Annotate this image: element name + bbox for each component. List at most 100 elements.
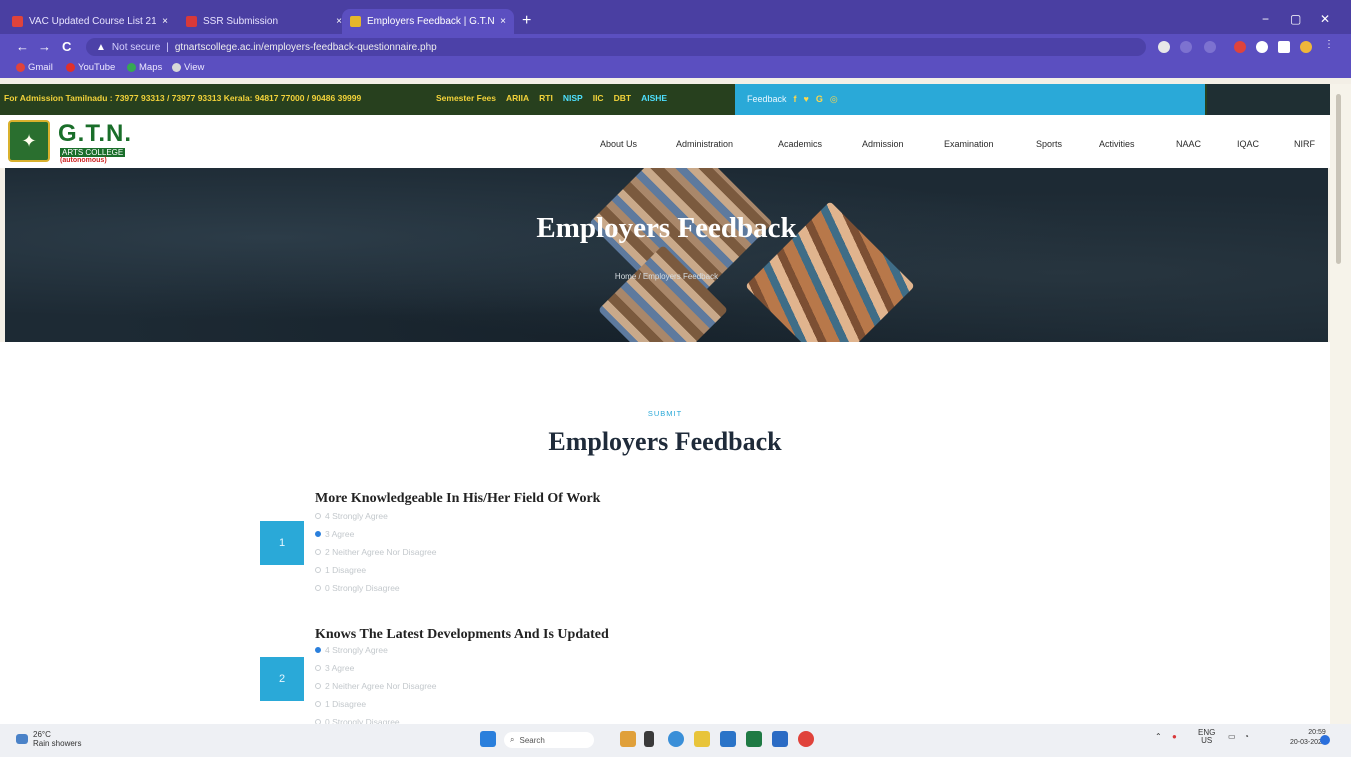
network-icon[interactable]: ▭ bbox=[1228, 732, 1236, 741]
bookmark-view[interactable]: View bbox=[172, 62, 204, 73]
excel-icon[interactable] bbox=[746, 731, 762, 747]
nav-academics[interactable]: Academics bbox=[778, 139, 822, 149]
new-tab-button[interactable]: + bbox=[522, 12, 531, 30]
nav-iqac[interactable]: IQAC bbox=[1237, 139, 1259, 149]
tab-close-icon[interactable]: × bbox=[500, 16, 506, 27]
close-icon[interactable]: ✕ bbox=[1320, 12, 1330, 26]
browser-tab-bar: VAC Updated Course List 21-22 × SSR Subm… bbox=[0, 0, 1351, 34]
extension-icon[interactable] bbox=[1158, 41, 1170, 53]
task-view-icon[interactable] bbox=[644, 731, 654, 747]
tab-close-icon[interactable]: × bbox=[162, 16, 168, 27]
link-iic[interactable]: IIC bbox=[593, 93, 604, 103]
nav-naac[interactable]: NAAC bbox=[1176, 139, 1201, 149]
option-strongly-agree[interactable]: 4 Strongly Agree bbox=[315, 645, 388, 655]
option-strongly-disagree[interactable]: 0 Strongly Disagree bbox=[315, 583, 400, 593]
nav-sports[interactable]: Sports bbox=[1036, 139, 1062, 149]
copilot-icon[interactable] bbox=[620, 731, 636, 747]
profile-avatar-icon[interactable] bbox=[1300, 41, 1312, 53]
radio-button[interactable] bbox=[315, 647, 321, 653]
radio-button[interactable] bbox=[315, 665, 321, 671]
option-neutral[interactable]: 2 Neither Agree Nor Disagree bbox=[315, 547, 437, 557]
option-disagree[interactable]: 1 Disagree bbox=[315, 565, 366, 575]
feedback-link[interactable]: Feedback bbox=[747, 94, 787, 105]
nav-examination[interactable]: Examination bbox=[944, 139, 994, 149]
tab-employers-feedback[interactable]: Employers Feedback | G.T.N. Art × bbox=[342, 9, 514, 34]
radio-button[interactable] bbox=[315, 567, 321, 573]
bookmark-gmail[interactable]: Gmail bbox=[16, 62, 53, 73]
nav-admission[interactable]: Admission bbox=[862, 139, 904, 149]
radio-button[interactable] bbox=[315, 701, 321, 707]
back-arrow-icon[interactable]: ← bbox=[16, 39, 29, 54]
section-subheading: SUBMIT bbox=[647, 409, 683, 418]
minimize-icon[interactable]: − bbox=[1262, 12, 1269, 26]
language-indicator[interactable]: ENG US bbox=[1198, 729, 1215, 745]
url-text[interactable]: gtnartscollege.ac.in/employers-feedback-… bbox=[175, 42, 437, 53]
option-label: 0 Strongly Disagree bbox=[325, 583, 400, 593]
bookmark-label: Maps bbox=[139, 62, 163, 73]
extension-red-icon[interactable] bbox=[1234, 41, 1246, 53]
option-neutral[interactable]: 2 Neither Agree Nor Disagree bbox=[315, 681, 437, 691]
tab-ssr-submission[interactable]: SSR Submission × bbox=[178, 9, 350, 34]
reload-icon[interactable]: C bbox=[62, 39, 71, 54]
bookmark-label: YouTube bbox=[78, 62, 116, 73]
share-icon[interactable] bbox=[1180, 41, 1192, 53]
section-heading: Employers Feedback bbox=[548, 427, 782, 456]
link-nisp[interactable]: NISP bbox=[563, 93, 583, 103]
weather-icon bbox=[16, 734, 28, 744]
bookmark-maps[interactable]: Maps bbox=[127, 62, 162, 73]
security-label: Not secure bbox=[111, 41, 161, 53]
word-icon[interactable] bbox=[772, 731, 788, 747]
bookmark-label: View bbox=[184, 62, 205, 73]
facebook-icon[interactable]: f bbox=[794, 94, 797, 105]
radio-button[interactable] bbox=[315, 585, 321, 591]
maximize-icon[interactable]: ▢ bbox=[1290, 12, 1301, 26]
mail-icon[interactable] bbox=[720, 731, 736, 747]
link-semester-fees[interactable]: Semester Fees bbox=[436, 93, 496, 103]
sidepanel-icon[interactable] bbox=[1278, 41, 1290, 53]
chrome-icon[interactable] bbox=[798, 731, 814, 747]
youtube-icon bbox=[66, 63, 75, 72]
option-disagree[interactable]: 1 Disagree bbox=[315, 699, 366, 709]
tray-app-icon[interactable]: ● bbox=[1172, 732, 1177, 741]
windows-start-icon[interactable] bbox=[480, 731, 496, 747]
page-scrollbar[interactable] bbox=[1330, 84, 1351, 724]
scrollbar-thumb[interactable] bbox=[1336, 94, 1341, 264]
info-links: Semester Fees ARIIA RTI NISP IIC DBT AIS… bbox=[436, 93, 667, 103]
option-agree[interactable]: 3 Agree bbox=[315, 663, 354, 673]
link-rti[interactable]: RTI bbox=[539, 93, 553, 103]
menu-kebab-icon[interactable]: ⋮ bbox=[1324, 39, 1336, 51]
puzzle-icon[interactable] bbox=[1256, 41, 1268, 53]
nav-activities[interactable]: Activities bbox=[1099, 139, 1135, 149]
tab-title: SSR Submission bbox=[203, 16, 279, 27]
weather-widget[interactable]: 26°C Rain showers bbox=[16, 730, 81, 748]
college-logo[interactable]: ✦ G.T.N. ARTS COLLEGE (autonomous) bbox=[8, 120, 148, 164]
radio-button[interactable] bbox=[315, 549, 321, 555]
tray-chevron-icon[interactable]: ⌃ bbox=[1155, 732, 1162, 741]
notification-icon[interactable] bbox=[1320, 735, 1330, 745]
google-icon[interactable]: G bbox=[816, 94, 823, 105]
forward-arrow-icon[interactable]: → bbox=[38, 39, 51, 54]
instagram-icon[interactable]: ◎ bbox=[830, 94, 838, 105]
link-ariia[interactable]: ARIIA bbox=[506, 93, 529, 103]
option-strongly-agree[interactable]: 4 Strongly Agree bbox=[315, 511, 388, 521]
option-agree[interactable]: 3 Agree bbox=[315, 529, 354, 539]
tab-vac-course-list[interactable]: VAC Updated Course List 21-22 × bbox=[4, 9, 176, 34]
radio-button[interactable] bbox=[315, 531, 321, 537]
taskbar-search[interactable]: ⌕ Search bbox=[504, 732, 594, 748]
nav-about-us[interactable]: About Us bbox=[600, 139, 637, 149]
chat-icon[interactable] bbox=[668, 731, 684, 747]
omnibox[interactable]: ▲ Not secure | gtnartscollege.ac.in/empl… bbox=[86, 38, 1146, 56]
bookmark-youtube[interactable]: YouTube bbox=[66, 62, 115, 73]
hero-title: Employers Feedback bbox=[536, 212, 797, 244]
file-explorer-icon[interactable] bbox=[694, 731, 710, 747]
volume-icon[interactable]: ◔ bbox=[1244, 732, 1249, 741]
link-dbt[interactable]: DBT bbox=[614, 93, 631, 103]
nav-nirf[interactable]: NIRF bbox=[1294, 139, 1315, 149]
question-title: Knows The Latest Developments And Is Upd… bbox=[315, 627, 609, 642]
star-icon[interactable] bbox=[1204, 41, 1216, 53]
radio-button[interactable] bbox=[315, 513, 321, 519]
twitter-icon[interactable]: ♥ bbox=[804, 94, 809, 105]
link-aishe[interactable]: AISHE bbox=[641, 93, 667, 103]
radio-button[interactable] bbox=[315, 683, 321, 689]
nav-administration[interactable]: Administration bbox=[676, 139, 733, 149]
